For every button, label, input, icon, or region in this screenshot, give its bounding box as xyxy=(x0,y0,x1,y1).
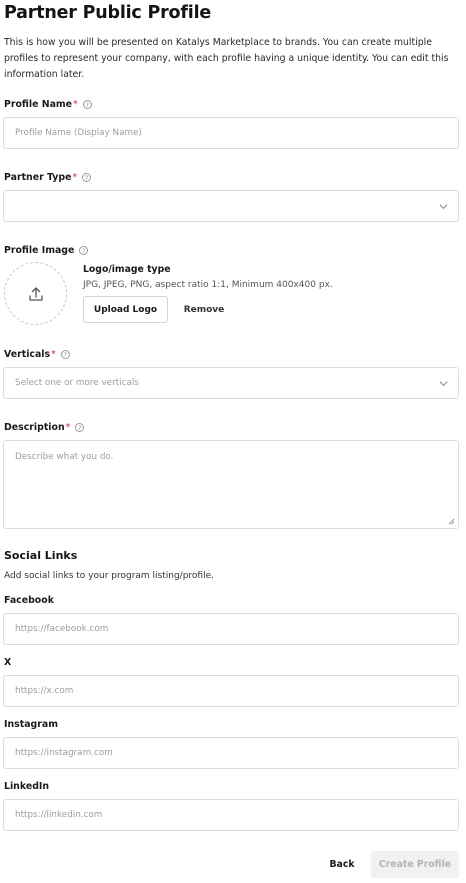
page-title: Partner Public Profile xyxy=(4,3,212,23)
profile-image-label-text: Profile Image xyxy=(4,245,75,256)
upload-icon xyxy=(28,286,43,301)
partner-type-select[interactable] xyxy=(3,190,459,222)
create-profile-button[interactable]: Create Profile xyxy=(371,851,459,878)
image-upload-dropzone[interactable] xyxy=(4,262,67,325)
social-links-heading: Social Links xyxy=(4,549,78,562)
resize-handle-icon[interactable] xyxy=(448,518,455,525)
profile-name-label: Profile Name * ? xyxy=(4,99,92,110)
social-links-subheading: Add social links to your program listing… xyxy=(4,571,215,581)
profile-name-input[interactable] xyxy=(3,117,459,149)
required-marker: * xyxy=(65,422,71,433)
verticals-placeholder: Select one or more verticals xyxy=(15,378,139,388)
verticals-label: Verticals * ? xyxy=(4,349,70,360)
linkedin-label: LinkedIn xyxy=(4,781,50,792)
profile-name-label-text: Profile Name xyxy=(4,99,73,110)
description-label: Description * ? xyxy=(4,422,85,433)
facebook-label: Facebook xyxy=(4,595,54,606)
question-circle-icon[interactable]: ? xyxy=(75,423,85,432)
linkedin-input[interactable] xyxy=(3,799,459,831)
upload-logo-button[interactable]: Upload Logo xyxy=(83,296,168,323)
x-label: X xyxy=(4,657,12,668)
verticals-label-text: Verticals xyxy=(4,349,51,360)
logo-type-hint: JPG, JPEG, PNG, aspect ratio 1:1, Minimu… xyxy=(83,280,333,290)
description-label-text: Description xyxy=(4,422,65,433)
partner-type-label-text: Partner Type xyxy=(4,172,72,183)
question-circle-icon[interactable]: ? xyxy=(82,173,92,182)
remove-logo-button[interactable]: Remove xyxy=(178,296,230,323)
instagram-label: Instagram xyxy=(4,719,58,730)
description-textarea[interactable] xyxy=(3,440,459,529)
required-marker: * xyxy=(51,349,56,360)
required-marker: * xyxy=(73,99,78,110)
question-circle-icon[interactable]: ? xyxy=(82,100,92,109)
required-marker: * xyxy=(72,172,78,183)
facebook-input[interactable] xyxy=(3,613,459,645)
back-button[interactable]: Back xyxy=(320,851,364,878)
partner-type-label: Partner Type * ? xyxy=(4,172,92,183)
question-circle-icon[interactable]: ? xyxy=(60,350,70,359)
instagram-input[interactable] xyxy=(3,737,459,769)
verticals-select[interactable]: Select one or more verticals xyxy=(3,367,459,399)
chevron-down-icon xyxy=(439,381,448,387)
profile-image-label: Profile Image ? xyxy=(4,245,89,256)
chevron-down-icon xyxy=(439,204,448,210)
x-input[interactable] xyxy=(3,675,459,707)
question-circle-icon[interactable]: ? xyxy=(79,246,89,255)
description-wrapper xyxy=(3,440,459,529)
logo-type-heading: Logo/image type xyxy=(83,264,171,275)
page-intro: This is how you will be presented on Kat… xyxy=(4,37,449,80)
